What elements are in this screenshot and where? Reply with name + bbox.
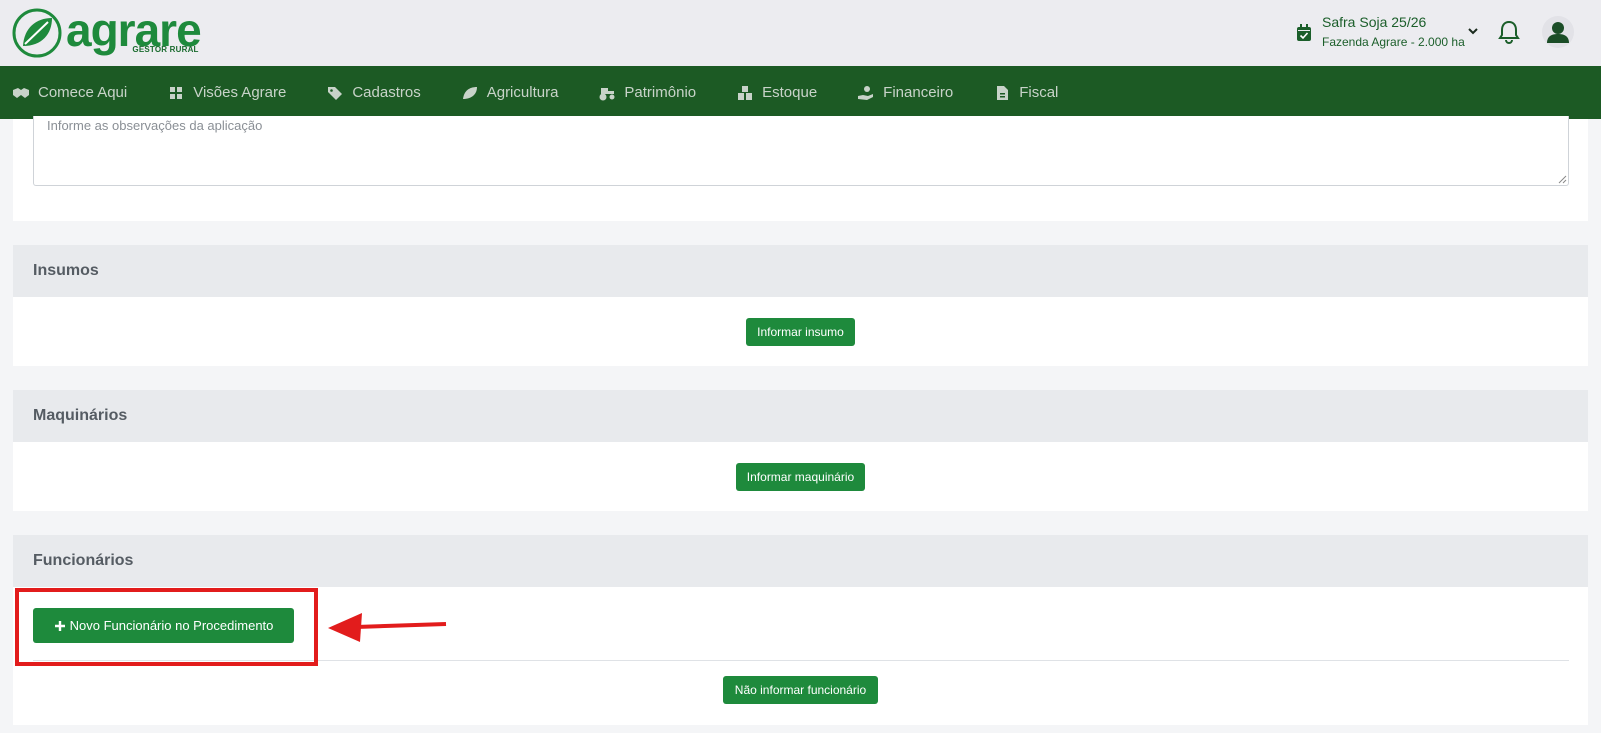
hand-coin-icon xyxy=(858,85,874,100)
boxes-icon xyxy=(738,85,753,100)
calendar-check-icon xyxy=(1297,24,1311,41)
safra-title: Safra Soja 25/26 xyxy=(1322,14,1427,30)
handshake-icon xyxy=(13,87,29,98)
nav-label: Patrimônio xyxy=(624,84,697,101)
leaf-logo-icon xyxy=(12,8,62,58)
nav-item-visoes-agrare[interactable]: Visões Agrare xyxy=(167,84,286,101)
bell-icon[interactable] xyxy=(1498,20,1520,44)
nav-item-comece-aqui[interactable]: Comece Aqui xyxy=(12,84,127,101)
leaf-icon xyxy=(462,86,477,99)
logo-subtitle: GESTOR RURAL xyxy=(132,45,199,54)
nav-item-patrimonio[interactable]: Patrimônio xyxy=(598,84,696,101)
safra-selector[interactable]: Safra Soja 25/26 Fazenda Agrare - 2.000 … xyxy=(1296,12,1465,52)
highlight-box xyxy=(15,588,318,666)
top-header: agrare GESTOR RURAL Safra Soja 25/26 Faz… xyxy=(0,0,1601,66)
nao-informar-funcionario-button[interactable]: Não informar funcionário xyxy=(723,676,878,704)
nav-item-estoque[interactable]: Estoque xyxy=(736,84,817,101)
file-invoice-icon xyxy=(997,85,1009,100)
user-icon xyxy=(1547,22,1569,43)
user-avatar[interactable] xyxy=(1542,16,1574,48)
nav-item-financeiro[interactable]: Financeiro xyxy=(857,84,953,101)
agrare-logo[interactable]: agrare GESTOR RURAL xyxy=(12,7,202,58)
tractor-icon xyxy=(599,87,615,100)
red-arrow-annotation xyxy=(328,613,447,642)
nav-label: Agricultura xyxy=(486,84,559,101)
safra-farm: Fazenda Agrare - 2.000 ha xyxy=(1322,35,1465,49)
informar-insumo-button[interactable]: Informar insumo xyxy=(746,318,855,346)
nav-label: Visões Agrare xyxy=(193,84,287,101)
textarea-placeholder: Informe as observações da aplicação xyxy=(47,118,263,133)
nav-item-fiscal[interactable]: Fiscal xyxy=(993,84,1058,101)
funcionarios-header: Funcionários xyxy=(13,535,1588,587)
insumos-header: Insumos xyxy=(13,245,1588,297)
main-nav: Comece Aqui Visões Agrare Cadastros Agri… xyxy=(0,66,1601,119)
resize-handle-icon[interactable] xyxy=(1557,174,1567,184)
nav-label: Cadastros xyxy=(352,84,421,101)
nav-label: Estoque xyxy=(762,84,818,101)
maquinarios-card: Maquinários xyxy=(13,390,1588,511)
nav-item-cadastros[interactable]: Cadastros xyxy=(326,84,421,101)
dashboard-icon xyxy=(170,86,183,99)
nav-item-agricultura[interactable]: Agricultura xyxy=(461,84,559,101)
tag-icon xyxy=(328,86,343,100)
nav-label: Fiscal xyxy=(1019,84,1059,101)
informar-maquinario-button[interactable]: Informar maquinário xyxy=(736,463,865,491)
observacoes-textarea[interactable]: Informe as observações da aplicação xyxy=(33,116,1569,186)
chevron-down-icon[interactable] xyxy=(1467,26,1479,36)
insumos-card: Insumos xyxy=(13,245,1588,366)
nav-label: Financeiro xyxy=(883,84,954,101)
maquinarios-header: Maquinários xyxy=(13,390,1588,442)
nav-label: Comece Aqui xyxy=(38,84,128,101)
